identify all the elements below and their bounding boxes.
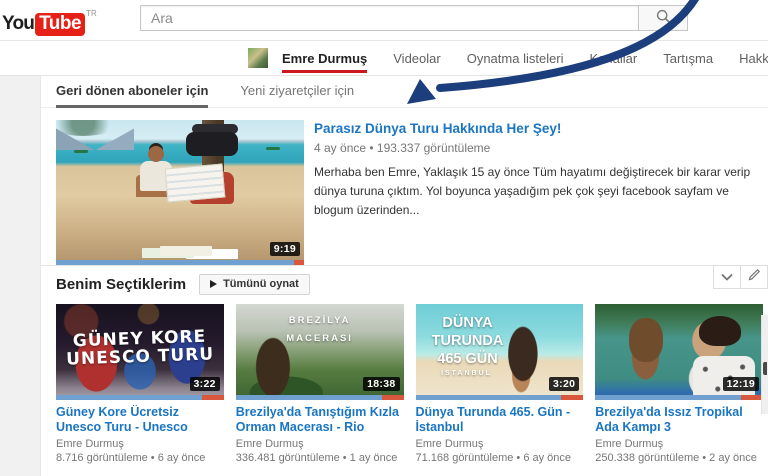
- art-person-head: [148, 146, 164, 162]
- collapse-shelf-button[interactable]: [713, 265, 741, 289]
- thumbnail-progress-strip: [595, 395, 763, 400]
- play-icon: [210, 280, 217, 288]
- thumbnail-overlay-text: DÜNYA TURUNDA 465 GÜN: [420, 314, 516, 368]
- tab-about[interactable]: Hakkında: [739, 41, 768, 76]
- play-all-label: Tümünü oynat: [223, 278, 299, 290]
- video-title[interactable]: Brezilya'da Issız Tropikal Ada Kampı 3: [595, 405, 763, 435]
- video-thumbnail[interactable]: DÜNYA TURUNDA 465 GÜN İSTANBUL 3:20: [416, 304, 584, 400]
- shelf-controls: [714, 265, 768, 289]
- tab-returning-subscribers[interactable]: Geri dönen aboneler için: [56, 76, 208, 108]
- video-thumbnail[interactable]: 12:19: [595, 304, 763, 400]
- thumbnail-progress-strip: [56, 395, 224, 400]
- video-meta: 336.481 görüntüleme • 1 ay önce: [236, 452, 404, 464]
- tab-playlists[interactable]: Oynatma listeleri: [467, 41, 564, 76]
- thumbnail-progress-strip: [236, 395, 404, 400]
- duration-badge: 9:19: [270, 242, 300, 256]
- channel-name: Emre Durmuş: [282, 51, 367, 66]
- thumbnail-overlay-text: GÜNEY KORE UNESCO TURU: [56, 328, 224, 370]
- audience-tabs: Geri dönen aboneler için Yeni ziyaretçil…: [41, 76, 768, 108]
- top-search-bar: YouTubeTR: [0, 0, 768, 41]
- pencil-icon: [748, 268, 761, 286]
- playlist-title: Benim Seçtiklerim: [56, 276, 186, 293]
- duration-badge: 18:38: [363, 377, 399, 391]
- play-all-button[interactable]: Tümünü oynat: [199, 274, 310, 295]
- tab-channel-home[interactable]: Emre Durmuş: [282, 41, 367, 76]
- carousel-next-button-clipped[interactable]: [763, 362, 767, 375]
- channel-avatar[interactable]: [248, 48, 268, 68]
- video-thumbnail[interactable]: GÜNEY KORE UNESCO TURU 3:22: [56, 304, 224, 400]
- chevron-down-icon: [721, 268, 733, 286]
- thumbnail-progress-strip: [416, 395, 584, 400]
- video-channel[interactable]: Emre Durmuş: [416, 438, 584, 450]
- video-meta: 250.338 görüntüleme • 2 ay önce: [595, 452, 763, 464]
- search-button[interactable]: [638, 5, 688, 31]
- video-card: BREZİLYA MACERASI 18:38 Brezilya'da Tanı…: [236, 304, 404, 464]
- logo-text-tube: Tube: [35, 13, 85, 36]
- featured-video: 9:19 Parasız Dünya Turu Hakkında Her Şey…: [41, 108, 768, 265]
- featured-video-meta: 4 ay önce • 193.337 görüntüleme: [314, 141, 753, 155]
- video-title[interactable]: Güney Kore Ücretsiz Unesco Turu - Unesco…: [56, 405, 224, 435]
- art-cardboard-sign: [165, 164, 226, 203]
- search-input[interactable]: [140, 5, 639, 31]
- video-title[interactable]: Brezilya'da Tanıştığım Kızla Orman Macer…: [236, 405, 404, 435]
- edit-shelf-button[interactable]: [740, 265, 768, 289]
- page-background: Geri dönen aboneler için Yeni ziyaretçil…: [0, 76, 768, 476]
- video-channel[interactable]: Emre Durmuş: [56, 438, 224, 450]
- thumbnail-overlay-subtext: İSTANBUL: [432, 370, 502, 377]
- featured-video-title[interactable]: Parasız Dünya Turu Hakkında Her Şey!: [314, 121, 753, 136]
- tab-new-visitors[interactable]: Yeni ziyaretçiler için: [240, 76, 354, 108]
- video-channel[interactable]: Emre Durmuş: [236, 438, 404, 450]
- tab-videos[interactable]: Videolar: [393, 41, 440, 76]
- art-person: [699, 316, 741, 346]
- playlist-videos: GÜNEY KORE UNESCO TURU 3:22 Güney Kore Ü…: [41, 300, 768, 464]
- featured-video-description: Merhaba ben Emre, Yaklaşık 15 ay önce Tü…: [314, 163, 753, 221]
- logo-region-badge: TR: [86, 9, 97, 18]
- video-title[interactable]: Dünya Turunda 465. Gün - İstanbul: [416, 405, 584, 435]
- video-card: DÜNYA TURUNDA 465 GÜN İSTANBUL 3:20 Düny…: [416, 304, 584, 464]
- art-boat: [266, 147, 280, 150]
- art-person: [629, 318, 663, 362]
- search-icon: [656, 9, 671, 27]
- art-boat: [74, 150, 88, 153]
- art-mountains: [56, 128, 134, 150]
- featured-video-info: Parasız Dünya Turu Hakkında Her Şey! 4 a…: [314, 120, 753, 265]
- video-card: GÜNEY KORE UNESCO TURU 3:22 Güney Kore Ü…: [56, 304, 224, 464]
- art-backpack: [186, 132, 238, 156]
- carousel-edge: [761, 315, 768, 414]
- video-card: 12:19 Brezilya'da Issız Tropikal Ada Kam…: [595, 304, 763, 464]
- featured-video-thumbnail[interactable]: 9:19: [56, 120, 304, 265]
- duration-badge: 3:22: [190, 377, 220, 391]
- youtube-logo[interactable]: YouTubeTR: [2, 9, 97, 36]
- video-thumbnail[interactable]: BREZİLYA MACERASI 18:38: [236, 304, 404, 400]
- tab-channels[interactable]: Kanallar: [590, 41, 638, 76]
- playlist-section-header: Benim Seçtiklerim Tümünü oynat: [41, 265, 768, 300]
- video-meta: 8.716 görüntüleme • 6 ay önce: [56, 452, 224, 464]
- duration-badge: 3:20: [549, 377, 579, 391]
- thumbnail-overlay-text: BREZİLYA MACERASI: [236, 312, 404, 348]
- art-papers: [160, 246, 212, 256]
- video-channel[interactable]: Emre Durmuş: [595, 438, 763, 450]
- duration-badge: 12:19: [723, 377, 759, 391]
- video-meta: 71.168 görüntüleme • 6 ay önce: [416, 452, 584, 464]
- channel-content-card: Geri dönen aboneler için Yeni ziyaretçil…: [40, 76, 768, 476]
- channel-nav: Emre Durmuş Videolar Oynatma listeleri K…: [0, 41, 768, 76]
- logo-text-you: You: [2, 13, 34, 34]
- tab-discussion[interactable]: Tartışma: [663, 41, 713, 76]
